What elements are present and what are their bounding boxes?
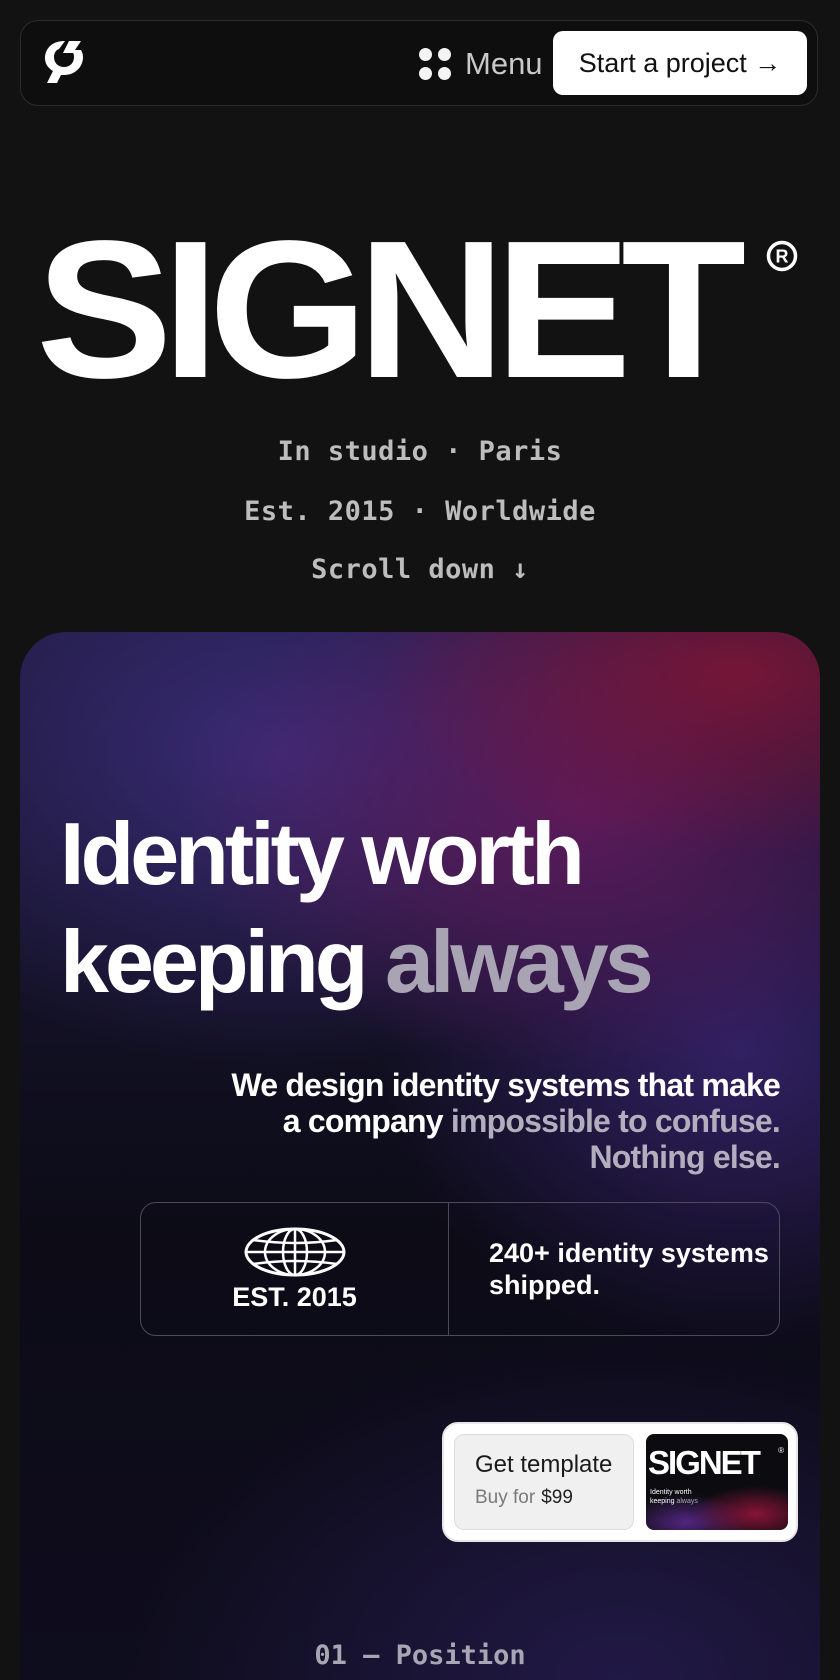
hero-title-keeping: keeping: [60, 912, 369, 1011]
hero-title-line2: keeping always: [60, 908, 780, 1016]
top-nav-bar: Menu Start a project →: [20, 20, 818, 106]
stat-systems-shipped: 240+ identity systems shipped.: [489, 1238, 769, 1300]
buy-price-line: Buy for $99: [475, 1487, 633, 1509]
svg-text:R: R: [776, 247, 789, 267]
signet-logo-icon[interactable]: [43, 39, 85, 87]
hero-subtitle: We design identity systems that make a c…: [220, 1067, 780, 1175]
studio-location: In studio · Paris: [277, 436, 563, 467]
template-price: $99: [541, 1487, 573, 1508]
brand-wordmark: SIGNET: [36, 200, 746, 419]
hero-title: Identity worth keeping always: [60, 800, 780, 1016]
thumbnail-wordmark: SIGNET: [648, 1444, 761, 1481]
template-purchase-card: Get template Buy for $99 SIGNET ® Identit…: [442, 1422, 798, 1542]
hero-title-line1: Identity worth: [60, 804, 585, 903]
menu-label: Menu: [465, 46, 543, 81]
established-info: Est. 2015 · Worldwide: [244, 496, 596, 527]
menu-button[interactable]: Menu: [419, 43, 543, 85]
hero-title-always: always: [385, 912, 654, 1011]
thumbnail-headline: Identity worth keeping always: [650, 1488, 698, 1506]
section-label: 01 — Position: [314, 1640, 526, 1671]
menu-dots-icon: [419, 48, 451, 80]
scroll-hint[interactable]: Scroll down ↓: [0, 554, 840, 585]
template-preview-thumbnail[interactable]: SIGNET ® Identity worth keeping always: [646, 1434, 788, 1530]
start-project-button[interactable]: Start a project →: [553, 31, 807, 95]
thumbnail-line2-muted: always: [676, 1498, 698, 1505]
thumbnail-line2-main: keeping: [650, 1498, 675, 1505]
thumbnail-line1: Identity worth: [650, 1489, 692, 1496]
get-template-button[interactable]: Get template Buy for $99: [454, 1434, 634, 1530]
registered-icon: R: [766, 240, 798, 272]
page: Menu Start a project → SIGNET R In studi…: [0, 0, 840, 1680]
hero-card: Identity worth keeping always We design …: [20, 632, 820, 1680]
thumbnail-line2: keeping always: [650, 1497, 698, 1506]
get-template-label: Get template: [475, 1451, 613, 1478]
buy-prefix: Buy for: [475, 1487, 536, 1508]
thumbnail-registered-icon: ®: [778, 1446, 784, 1455]
stat-established-label: EST. 2015: [232, 1281, 357, 1312]
stat-established: EST. 2015: [141, 1203, 449, 1335]
stats-box: EST. 2015 240+ identity systems shipped.: [140, 1202, 780, 1336]
hero-subtitle-muted: impossible to confuse. Nothing else.: [450, 1103, 781, 1175]
globe-icon: [244, 1227, 345, 1276]
